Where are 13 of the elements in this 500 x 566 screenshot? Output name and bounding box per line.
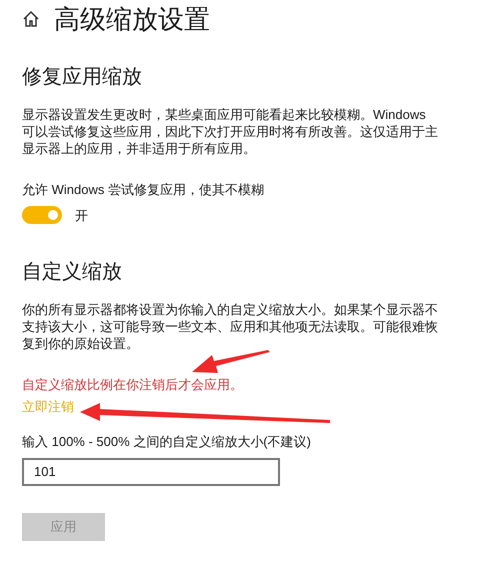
description-text: 显示器设置发生更改时，某些桌面应用可能看起来比较模糊。Windows 可以尝试修复这些应用，因此下次打开应用时将有所改善。这仅适用于主显示器上的应用，并非适用于所有应用。 <box>22 106 439 157</box>
sign-out-link[interactable]: 立即注销 <box>22 396 74 416</box>
section-heading: 修复应用缩放 <box>22 65 143 90</box>
input-label: 输入 100% - 500% 之间的自定义缩放大小(不建议) <box>22 433 312 451</box>
toggle-label: 允许 Windows 尝试修复应用，使其不模糊 <box>22 181 265 199</box>
description-text: 你的所有显示器都将设置为你输入的自定义缩放大小。如果某个显示器不支持该大小，这可能导致一些文本、应用和其他项无法读取。可能很难恢复到你的原始设置。 <box>22 301 439 352</box>
toggle-switch[interactable] <box>22 206 62 224</box>
home-icon[interactable] <box>22 10 40 28</box>
section-heading: 自定义缩放 <box>22 260 123 285</box>
toggle-state-text: 开 <box>75 206 88 224</box>
warning-text: 自定义缩放比例在你注销后才会应用。 <box>22 376 244 394</box>
page-title: 高级缩放设置 <box>54 3 210 36</box>
scale-input-field[interactable]: 101 <box>22 458 280 486</box>
